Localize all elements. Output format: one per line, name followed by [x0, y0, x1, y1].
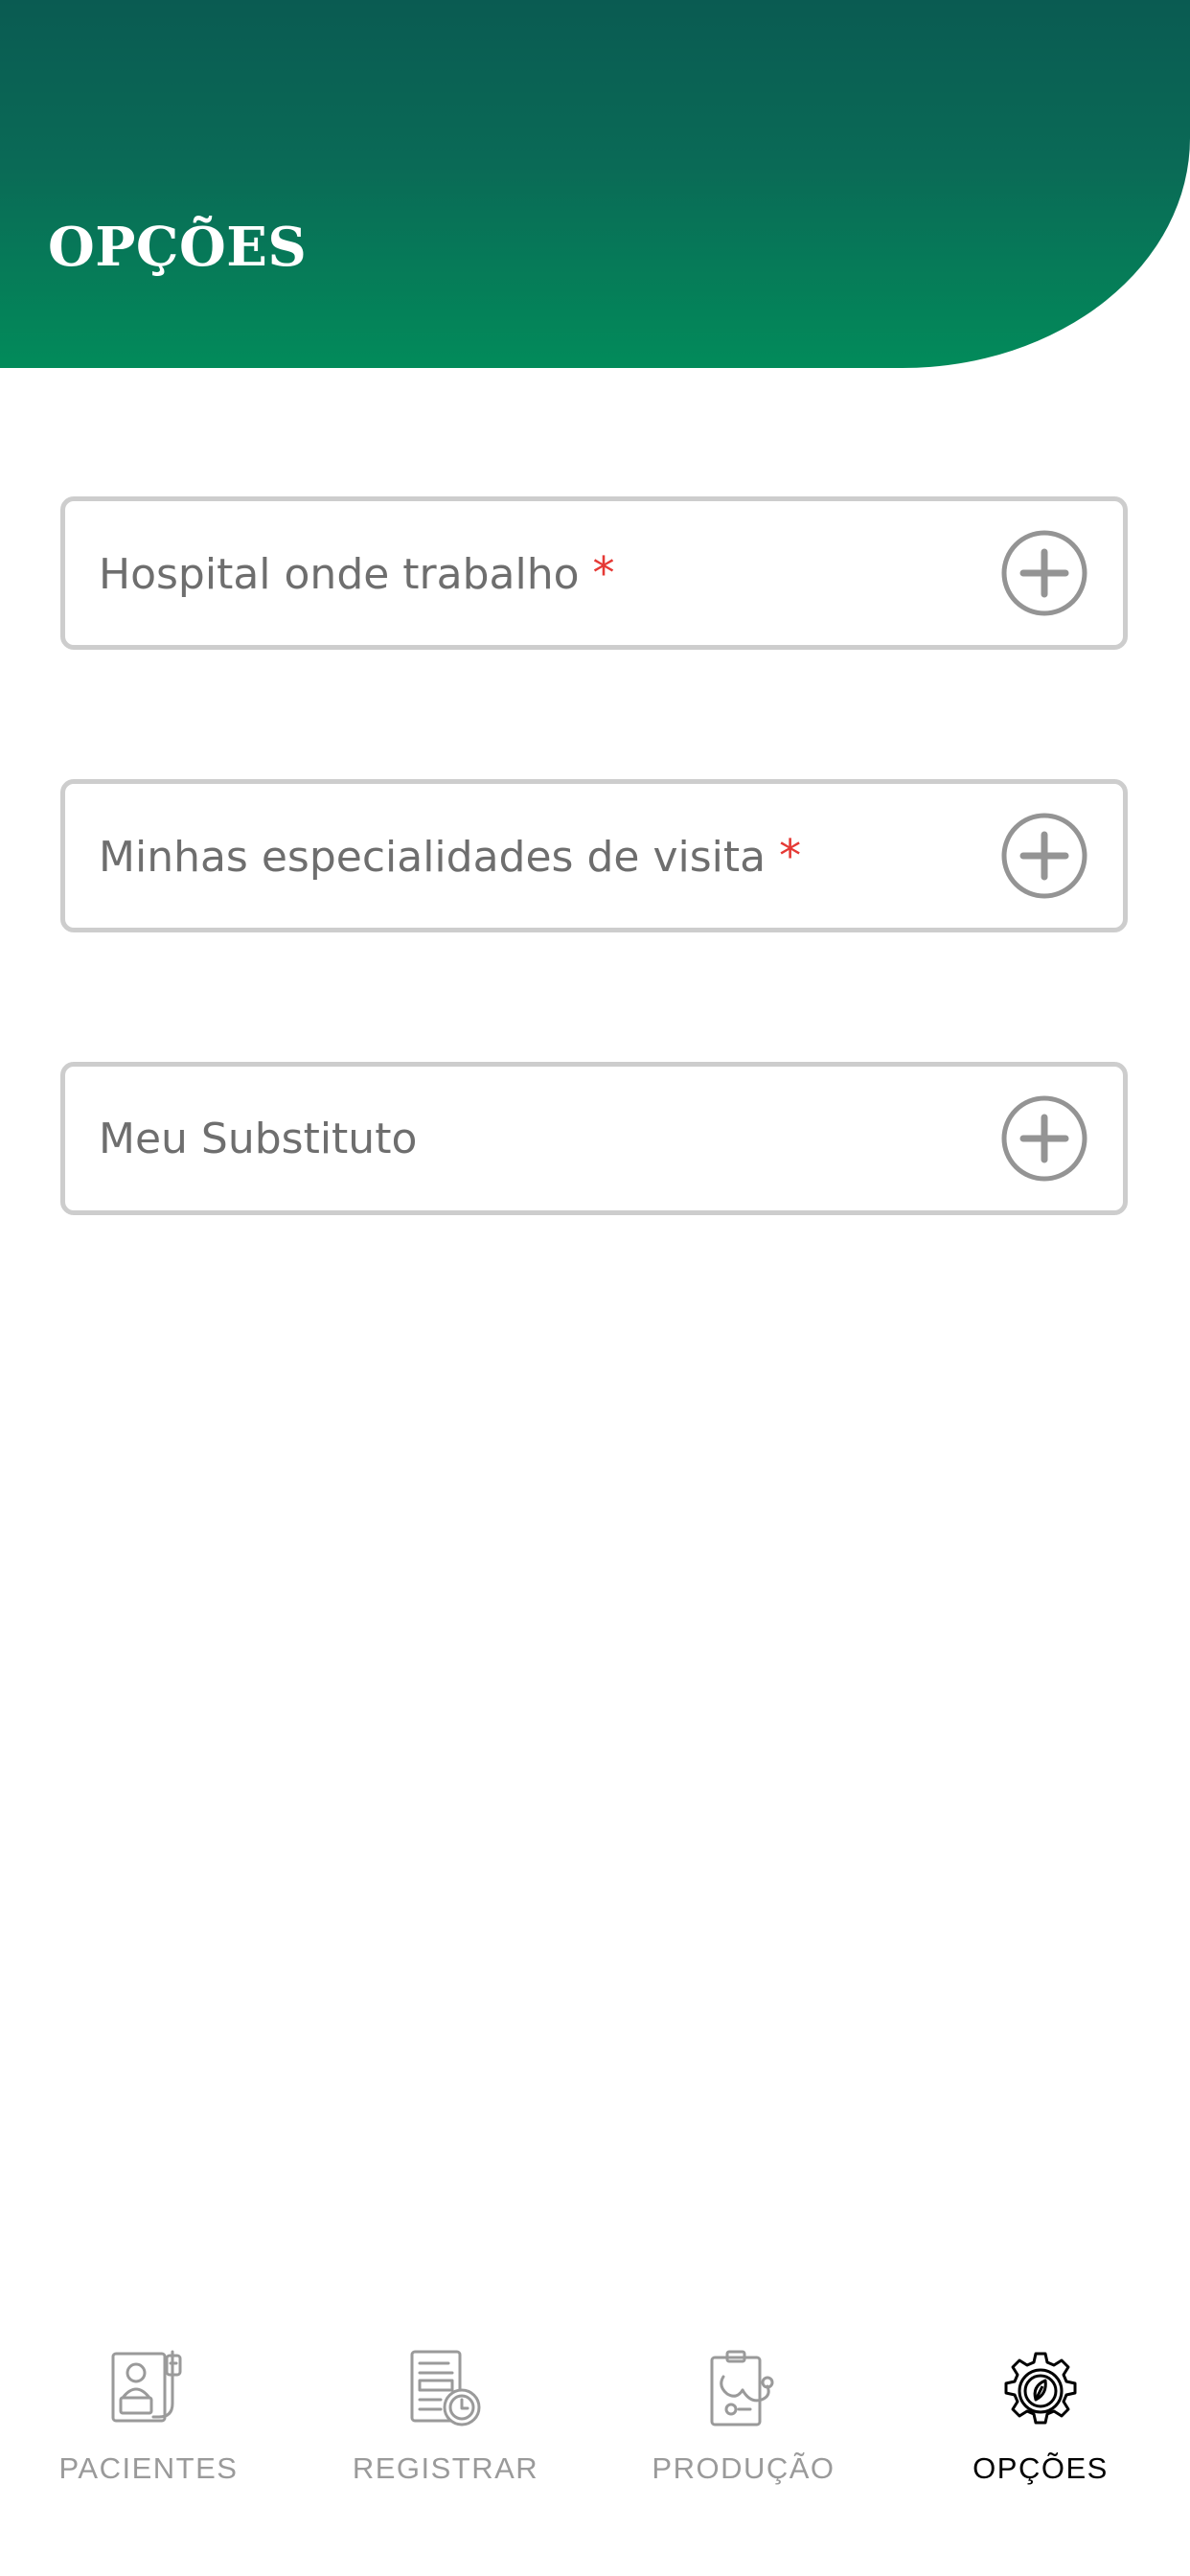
bottom-tab-bar: PACIENTES REGISTRAR PRODUÇÃO OPÇÕES: [0, 2319, 1190, 2576]
tab-registrar-label: REGISTRAR: [352, 2451, 539, 2485]
substitute-field[interactable]: Meu Substituto: [60, 1062, 1128, 1215]
tab-opcoes-label: OPÇÕES: [973, 2451, 1109, 2485]
register-clock-icon: [410, 2350, 481, 2426]
substitute-field-label: Meu Substituto: [99, 1114, 418, 1163]
required-mark: *: [779, 830, 802, 882]
page-title: OPÇÕES: [48, 216, 308, 279]
specialties-field-label: Minhas especialidades de visita *: [99, 830, 801, 882]
tab-opcoes[interactable]: OPÇÕES: [926, 2348, 1156, 2501]
options-screen: OPÇÕES Hospital onde trabalho * Minhas es…: [0, 0, 1190, 2576]
hospital-field-text: Hospital onde trabalho: [99, 550, 580, 599]
tab-pacientes-label: PACIENTES: [58, 2451, 239, 2485]
tab-pacientes[interactable]: PACIENTES: [34, 2348, 263, 2501]
hospital-field[interactable]: Hospital onde trabalho *: [60, 496, 1128, 650]
tab-producao-label: PRODUÇÃO: [652, 2451, 835, 2485]
plus-circle-icon: [1001, 813, 1087, 899]
patient-icon: [111, 2350, 182, 2423]
tab-registrar[interactable]: REGISTRAR: [331, 2348, 561, 2501]
clipboard-stethoscope-icon: [710, 2350, 774, 2426]
specialties-field-text: Minhas especialidades de visita: [99, 833, 767, 882]
add-hospital-button[interactable]: [1000, 529, 1088, 617]
header: OPÇÕES: [0, 0, 1190, 368]
gear-icon: [1004, 2352, 1077, 2425]
tab-producao[interactable]: PRODUÇÃO: [629, 2348, 858, 2501]
specialties-field[interactable]: Minhas especialidades de visita *: [60, 779, 1128, 932]
add-specialty-button[interactable]: [1000, 812, 1088, 900]
add-substitute-button[interactable]: [1000, 1094, 1088, 1183]
required-mark: *: [592, 547, 615, 599]
hospital-field-label: Hospital onde trabalho *: [99, 547, 615, 599]
plus-circle-icon: [1001, 530, 1087, 616]
plus-circle-icon: [1001, 1095, 1087, 1182]
